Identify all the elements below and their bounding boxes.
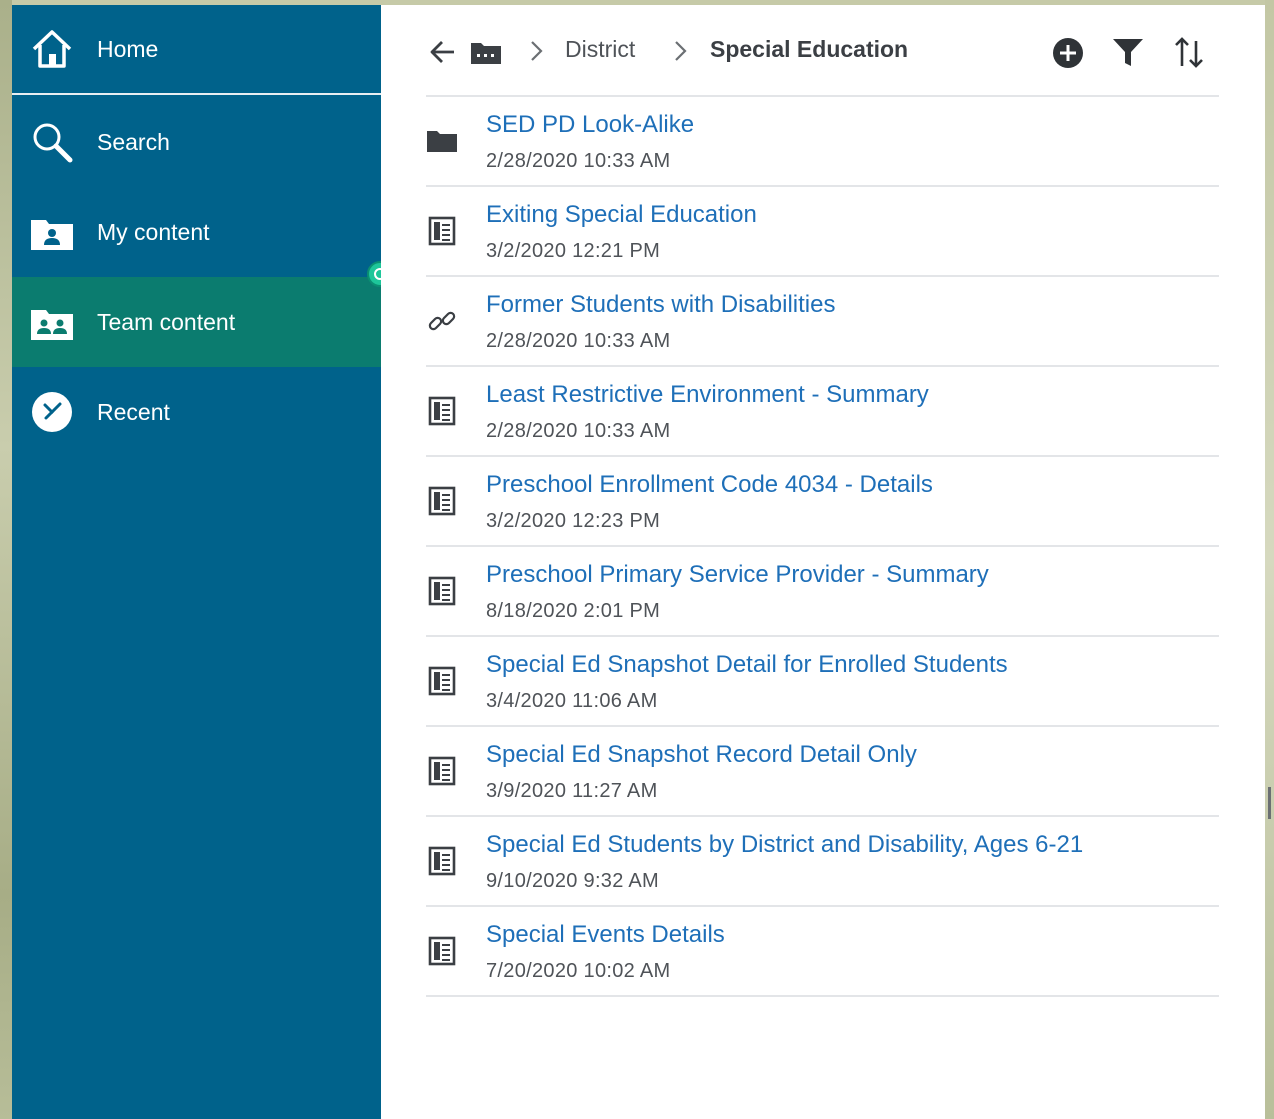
sidebar-item-recent[interactable]: Recent (12, 367, 381, 457)
report-icon (426, 755, 458, 787)
item-modified-date: 2/28/2020 10:33 AM (486, 330, 671, 352)
item-modified-date: 3/4/2020 11:06 AM (486, 690, 658, 712)
breadcrumb-current: Special Education (710, 36, 909, 62)
folder-icon (426, 125, 458, 157)
home-icon (30, 27, 74, 71)
item-title-link[interactable]: Preschool Primary Service Provider - Sum… (486, 561, 989, 589)
report-icon (426, 485, 458, 517)
sidebar-item-label: Recent (97, 398, 170, 425)
window-frame-left (0, 0, 12, 1119)
my-content-folder-icon (30, 210, 74, 254)
search-icon (30, 120, 74, 164)
report-icon (426, 665, 458, 697)
item-modified-date: 7/20/2020 10:02 AM (486, 960, 671, 982)
item-title-link[interactable]: Special Ed Students by District and Disa… (486, 831, 1083, 859)
item-modified-date: 2/28/2020 10:33 AM (486, 150, 671, 172)
breadcrumb-separator-icon (527, 38, 547, 64)
back-arrow-icon[interactable] (427, 37, 457, 67)
toolbar: District Special Education (381, 5, 1265, 95)
list-item[interactable]: Exiting Special Education 3/2/2020 12:21 … (426, 185, 1219, 275)
breadcrumb-separator-icon (671, 38, 691, 64)
sidebar-item-search[interactable]: Search (12, 97, 381, 187)
sidebar-item-team-content[interactable]: Team content (12, 277, 381, 367)
list-item[interactable]: Preschool Enrollment Code 4034 - Details… (426, 455, 1219, 545)
report-icon (426, 395, 458, 427)
scrollbar-thumb[interactable] (1268, 787, 1271, 819)
item-title-link[interactable]: Special Events Details (486, 921, 725, 949)
item-modified-date: 9/10/2020 9:32 AM (486, 870, 660, 892)
list-item[interactable]: Special Ed Snapshot Detail for Enrolled … (426, 635, 1219, 725)
item-title-link[interactable]: Former Students with Disabilities (486, 291, 835, 319)
folder-icon[interactable] (469, 38, 503, 68)
sidebar-item-label: Home (97, 35, 159, 62)
list-item[interactable]: Former Students with Disabilities 2/28/20… (426, 275, 1219, 365)
list-item[interactable]: Special Ed Students by District and Disa… (426, 815, 1219, 905)
recent-clock-icon (30, 390, 74, 434)
list-item[interactable]: SED PD Look-Alike 2/28/2020 10:33 AM (426, 95, 1219, 185)
list-item[interactable]: Preschool Primary Service Provider - Sum… (426, 545, 1219, 635)
report-icon (426, 215, 458, 247)
report-icon (426, 845, 458, 877)
item-modified-date: 3/2/2020 12:23 PM (486, 510, 661, 532)
sidebar-item-label: Search (97, 128, 170, 155)
item-title-link[interactable]: Special Ed Snapshot Record Detail Only (486, 741, 917, 769)
list-item[interactable]: Special Events Details 7/20/2020 10:02 AM (426, 905, 1219, 997)
item-title-link[interactable]: Exiting Special Education (486, 201, 757, 229)
item-title-link[interactable]: Least Restrictive Environment - Summary (486, 381, 929, 409)
item-modified-date: 3/9/2020 11:27 AM (486, 780, 658, 802)
main-panel: District Special Education SED PD Look-A… (381, 5, 1265, 1119)
sidebar-item-my-content[interactable]: My content (12, 187, 381, 277)
breadcrumb-district[interactable]: District (565, 36, 635, 63)
sidebar: Home Search My content Team content Rece… (12, 5, 381, 1119)
report-icon (426, 575, 458, 607)
item-modified-date: 2/28/2020 10:33 AM (486, 420, 671, 442)
item-modified-date: 3/2/2020 12:21 PM (486, 240, 661, 262)
sort-icon[interactable] (1172, 36, 1206, 70)
item-title-link[interactable]: SED PD Look-Alike (486, 111, 694, 139)
team-content-folder-icon (30, 300, 74, 344)
item-modified-date: 8/18/2020 2:01 PM (486, 600, 661, 622)
link-icon (426, 305, 458, 337)
filter-icon[interactable] (1112, 36, 1144, 68)
add-icon[interactable] (1052, 37, 1084, 69)
item-title-link[interactable]: Special Ed Snapshot Detail for Enrolled … (486, 651, 1008, 679)
content-list: SED PD Look-Alike 2/28/2020 10:33 AM Exiti… (426, 95, 1219, 997)
sidebar-item-label: Team content (97, 308, 236, 335)
window-frame-right (1265, 0, 1274, 1119)
list-item[interactable]: Special Ed Snapshot Record Detail Only 3/… (426, 725, 1219, 815)
report-icon (426, 935, 458, 967)
list-item[interactable]: Least Restrictive Environment - Summary 2… (426, 365, 1219, 455)
sidebar-item-home[interactable]: Home (12, 5, 381, 95)
sidebar-item-label: My content (97, 218, 210, 245)
item-title-link[interactable]: Preschool Enrollment Code 4034 - Details (486, 471, 933, 499)
